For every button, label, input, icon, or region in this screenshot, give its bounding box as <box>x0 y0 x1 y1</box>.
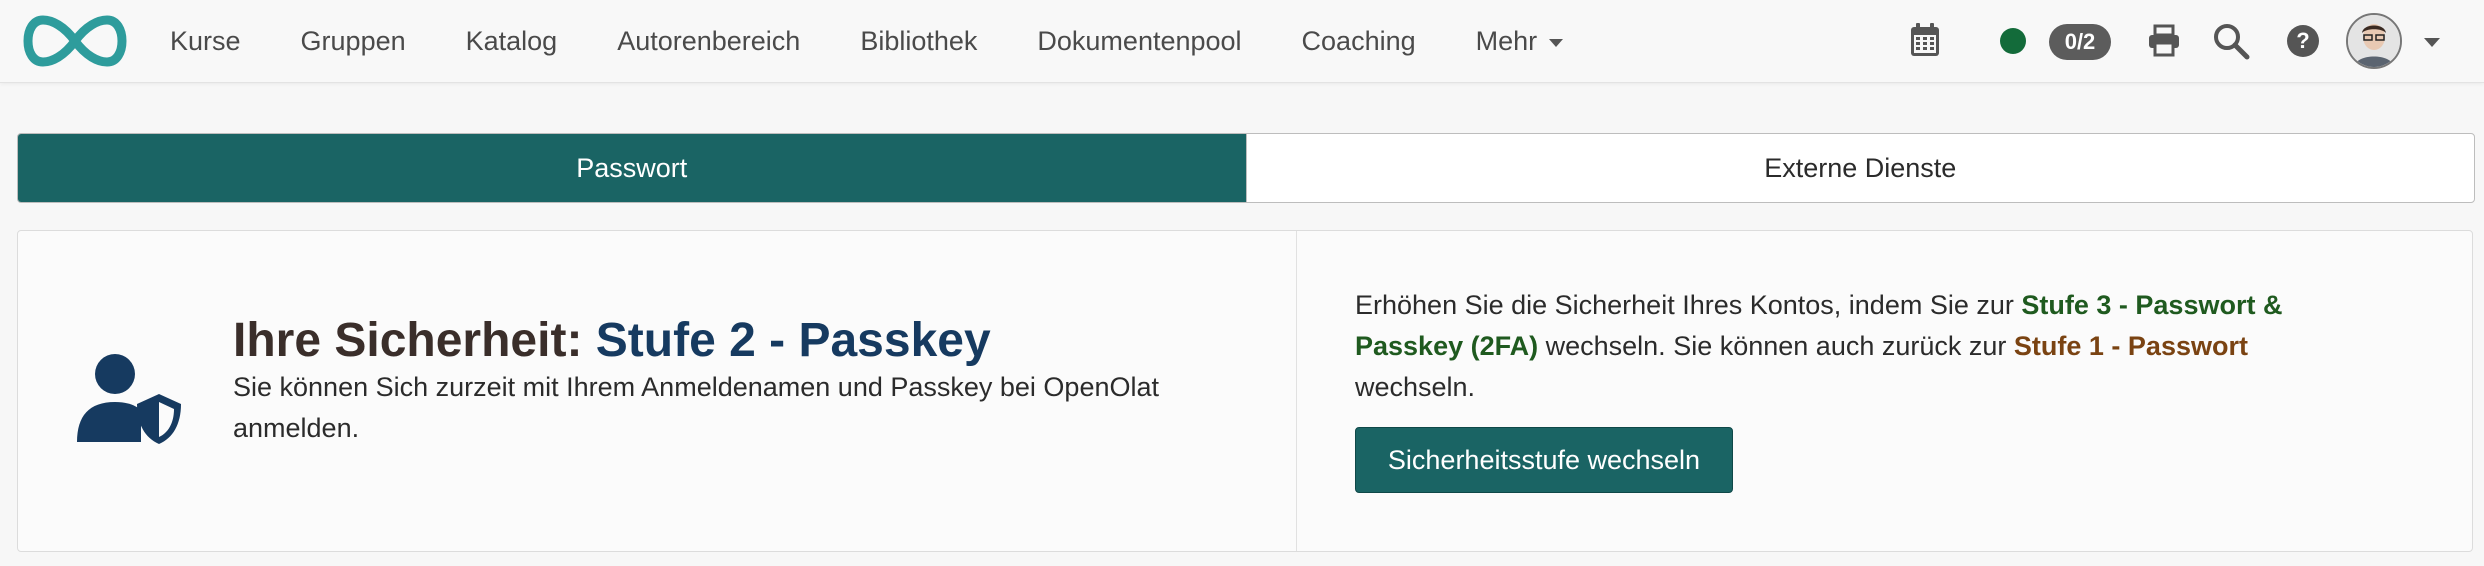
nav-item-katalog[interactable]: Katalog <box>466 26 558 57</box>
downgrade-level-label: Stufe 1 - Passwort <box>2013 331 2248 361</box>
security-change-info: Erhöhen Sie die Sicherheit Ihres Kontos,… <box>1355 285 2355 408</box>
change-security-level-button[interactable]: Sicherheitsstufe wechseln <box>1355 427 1733 493</box>
nav-item-autorenbereich[interactable]: Autorenbereich <box>617 26 800 57</box>
printer-icon[interactable] <box>2147 24 2181 58</box>
security-title-prefix: Ihre Sicherheit: <box>233 314 583 367</box>
avatar[interactable] <box>2346 13 2402 69</box>
settings-tabs: Passwort Externe Dienste <box>17 133 2475 203</box>
help-icon[interactable]: ? <box>2287 25 2319 57</box>
counter-badge[interactable]: 0/2 <box>2049 24 2111 60</box>
nav-item-mehr-label: Mehr <box>1475 25 1538 56</box>
main-navigation: Kurse Gruppen Katalog Autorenbereich Bib… <box>170 0 1623 82</box>
security-level-title: Ihre Sicherheit: Stufe 2 - Passkey <box>233 313 991 368</box>
chevron-down-icon <box>1549 38 1564 47</box>
info-text-2: wechseln. Sie können auch zurück zur <box>1545 331 2007 361</box>
security-description: Sie können Sich zurzeit mit Ihrem Anmeld… <box>233 372 1159 443</box>
search-icon[interactable] <box>2212 22 2250 60</box>
tab-passwort[interactable]: Passwort <box>18 134 1246 202</box>
nav-item-kurse[interactable]: Kurse <box>170 26 241 57</box>
chevron-down-icon[interactable] <box>2424 38 2440 47</box>
top-navbar: Kurse Gruppen Katalog Autorenbereich Bib… <box>0 0 2484 83</box>
nav-item-dokumentenpool[interactable]: Dokumentenpool <box>1037 26 1241 57</box>
nav-item-mehr[interactable]: Mehr <box>1476 26 1564 57</box>
status-indicator[interactable] <box>2000 28 2026 54</box>
infinity-logo-icon[interactable] <box>22 12 128 70</box>
user-avatar-icon <box>2348 15 2400 67</box>
nav-item-gruppen[interactable]: Gruppen <box>301 26 406 57</box>
info-text-1: Erhöhen Sie die Sicherheit Ihres Kontos,… <box>1355 290 2014 320</box>
info-text-3: wechseln. <box>1355 372 1476 402</box>
tab-externe-dienste[interactable]: Externe Dienste <box>1245 134 2475 202</box>
user-shield-icon <box>77 354 181 444</box>
calendar-icon[interactable] <box>1909 22 1941 58</box>
nav-item-bibliothek[interactable]: Bibliothek <box>860 26 977 57</box>
security-current-level: Stufe 2 - Passkey <box>595 314 991 367</box>
panel-divider <box>1296 231 1297 551</box>
nav-item-coaching[interactable]: Coaching <box>1302 26 1416 57</box>
security-panel: Ihre Sicherheit: Stufe 2 - Passkey Sie k… <box>17 230 2473 552</box>
